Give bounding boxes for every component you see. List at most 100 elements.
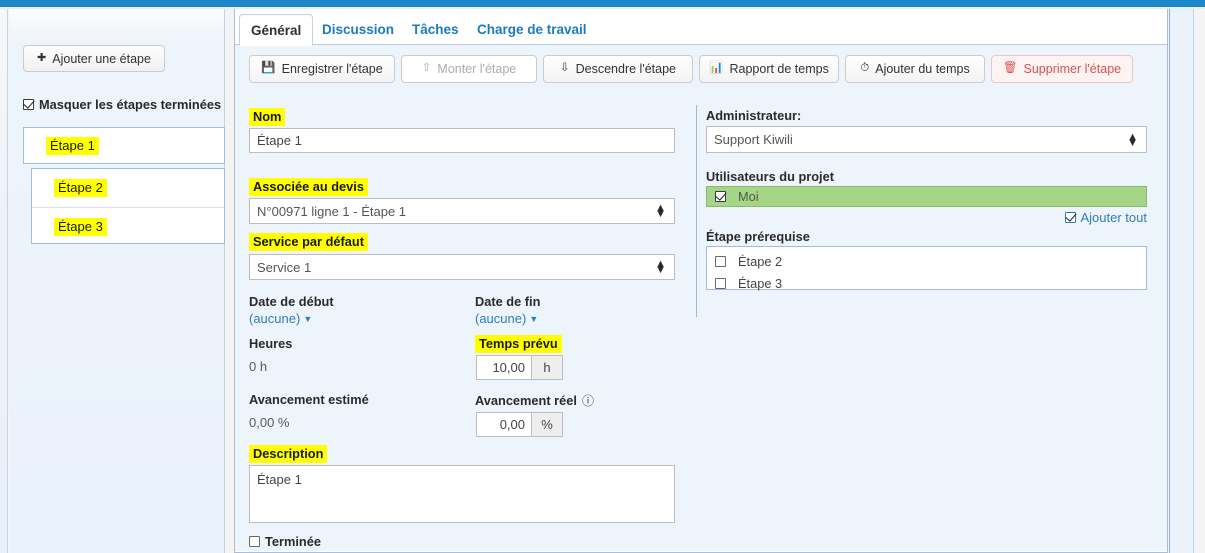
move-step-down-button[interactable]: ⇩ Descendre l'étape [543,55,693,83]
service-select[interactable]: Service 1 ▲ ▼ [249,254,675,280]
checkbox-checked-icon [23,99,34,110]
devis-value: N°00971 ligne 1 - Étape 1 [257,203,407,219]
page-root: ✚ Ajouter une étape Masquer les étapes t… [0,0,1205,553]
checkbox-checked-icon [715,191,726,202]
avancement-reel-input[interactable]: 0,00 [476,412,531,437]
nom-label: Nom [249,108,286,126]
description-textarea[interactable]: Étape 1 [249,465,675,523]
avancement-estime-label: Avancement estimé [249,392,369,407]
avancement-reel-label-wrap: Avancement réel ⓘ [475,392,594,409]
prerequisite-step-label: Étape 3 [738,275,783,291]
column-divider [696,105,697,317]
add-step-button[interactable]: ✚ Ajouter une étape [23,45,165,72]
sidebar-step-label: Étape 1 [46,136,99,155]
avancement-reel-value: 0,00 [499,417,525,432]
nom-value: Étape 1 [257,133,302,148]
hide-finished-steps-checkbox[interactable]: Masquer les étapes terminées [23,97,221,112]
avancement-reel-label: Avancement réel [475,393,577,408]
date-debut-value: (aucune) [249,311,301,326]
question-circle-icon[interactable]: ⓘ [582,392,594,409]
temps-prevu-label: Temps prévu [475,335,562,353]
nom-input[interactable]: Étape 1 [249,128,675,153]
top-accent-bar [0,0,1205,7]
project-user-row-selected[interactable]: Moi [706,186,1147,207]
prerequisite-step-label: Étape 2 [738,253,783,269]
checkbox-unchecked-icon [715,255,726,267]
devis-label-wrap: Associée au devis [249,178,368,196]
tab-bar: Général Discussion Tâches Charge de trav… [235,9,1167,46]
service-label-wrap: Service par défaut [249,233,368,251]
add-step-label: Ajouter une étape [52,51,151,66]
bar-chart-icon: 📊 [709,62,724,75]
administrateur-value: Support Kiwili [714,132,793,147]
tab-general[interactable]: Général [239,14,314,46]
prerequisite-step-item[interactable]: Étape 2 [707,250,1146,272]
main-panel: Général Discussion Tâches Charge de trav… [234,9,1168,553]
devis-select[interactable]: N°00971 ligne 1 - Étape 1 ▲ ▼ [249,198,675,224]
administrateur-select[interactable]: Support Kiwili ▲ ▼ [706,126,1147,153]
date-fin-value-dropdown[interactable]: (aucune) ▼ [475,311,538,326]
terminee-label: Terminée [265,534,321,549]
heures-value: 0 h [249,359,268,374]
hide-finished-steps-label: Masquer les étapes terminées [39,97,222,112]
time-report-button[interactable]: 📊 Rapport de temps [699,55,839,83]
tab-charge-de-travail[interactable]: Charge de travail [466,14,598,45]
add-all-users-label: Ajouter tout [1080,210,1148,225]
sidebar-step-label: Étape 2 [54,179,107,197]
prerequisite-step-list: Étape 2 Étape 3 [706,246,1147,291]
avancement-reel-input-group: 0,00 % [476,412,563,437]
sidebar-step-list: Étape 2 Étape 3 [31,168,225,244]
clock-icon: ⏱ [860,62,870,75]
add-all-users-link[interactable]: Ajouter tout [995,210,1147,225]
delete-step-label: Supprimer l'étape [1023,62,1122,76]
save-step-button[interactable]: 💾 Enregistrer l'étape [249,55,395,83]
steps-sidebar: ✚ Ajouter une étape Masquer les étapes t… [9,9,225,553]
tab-label: Discussion [322,22,395,37]
description-value: Étape 1 [257,472,302,487]
tab-label: Tâches [412,22,459,37]
delete-step-button[interactable]: 🗑 Supprimer l'étape [991,55,1133,83]
prerequisite-step-item[interactable]: Étape 3 [707,272,1146,294]
checkbox-checked-icon [1064,212,1076,223]
chevron-down-icon: ▼ [529,313,539,324]
tab-discussion[interactable]: Discussion [311,14,405,45]
add-time-label: Ajouter du temps [875,62,970,76]
description-label: Description [249,445,328,463]
add-time-button[interactable]: ⏱ Ajouter du temps [845,55,985,83]
tab-taches[interactable]: Tâches [401,14,470,45]
date-debut-value-dropdown[interactable]: (aucune) ▼ [249,311,312,326]
spinner-arrows-icon: ▲ ▼ [1127,130,1138,149]
etape-prerequise-label: Étape prérequise [706,229,810,244]
temps-prevu-input-group: 10,00 h [476,355,563,380]
move-step-up-label: Monter l'étape [437,62,517,76]
sidebar-step-item-active[interactable]: Étape 1 [23,127,225,164]
date-fin-value: (aucune) [475,311,527,326]
time-report-label: Rapport de temps [729,62,829,76]
spinner-arrows-icon: ▲ ▼ [655,201,666,220]
administrateur-label: Administrateur: [706,108,802,123]
terminee-checkbox[interactable]: Terminée [249,534,321,549]
service-value: Service 1 [257,259,312,275]
save-step-label: Enregistrer l'étape [281,62,383,76]
nom-label-wrap: Nom [249,108,286,126]
chevron-down-icon: ▼ [303,313,313,324]
temps-prevu-value: 10,00 [492,360,525,375]
form-body: Nom Étape 1 Associée au devis N°00971 li… [235,97,1167,551]
move-step-down-label: Descendre l'étape [575,62,676,76]
list-item[interactable]: Étape 2 [32,169,224,207]
main-panel-inner: Général Discussion Tâches Charge de trav… [235,9,1167,551]
date-debut-label: Date de début [249,294,334,309]
left-gutter [0,9,8,553]
move-step-up-button[interactable]: ⇧ Monter l'étape [401,55,537,83]
arrow-down-icon: ⇩ [559,62,570,75]
tab-label: Charge de travail [477,22,587,37]
floppy-disk-icon: 💾 [261,62,276,75]
temps-prevu-label-wrap: Temps prévu [475,335,562,353]
temps-prevu-unit: h [531,355,563,380]
plus-circle-icon: ✚ [37,52,47,64]
action-toolbar: 💾 Enregistrer l'étape ⇧ Monter l'étape ⇩… [235,55,1167,89]
date-fin-label: Date de fin [475,294,541,309]
list-item[interactable]: Étape 3 [32,207,224,245]
service-label: Service par défaut [249,233,368,251]
temps-prevu-input[interactable]: 10,00 [476,355,531,380]
